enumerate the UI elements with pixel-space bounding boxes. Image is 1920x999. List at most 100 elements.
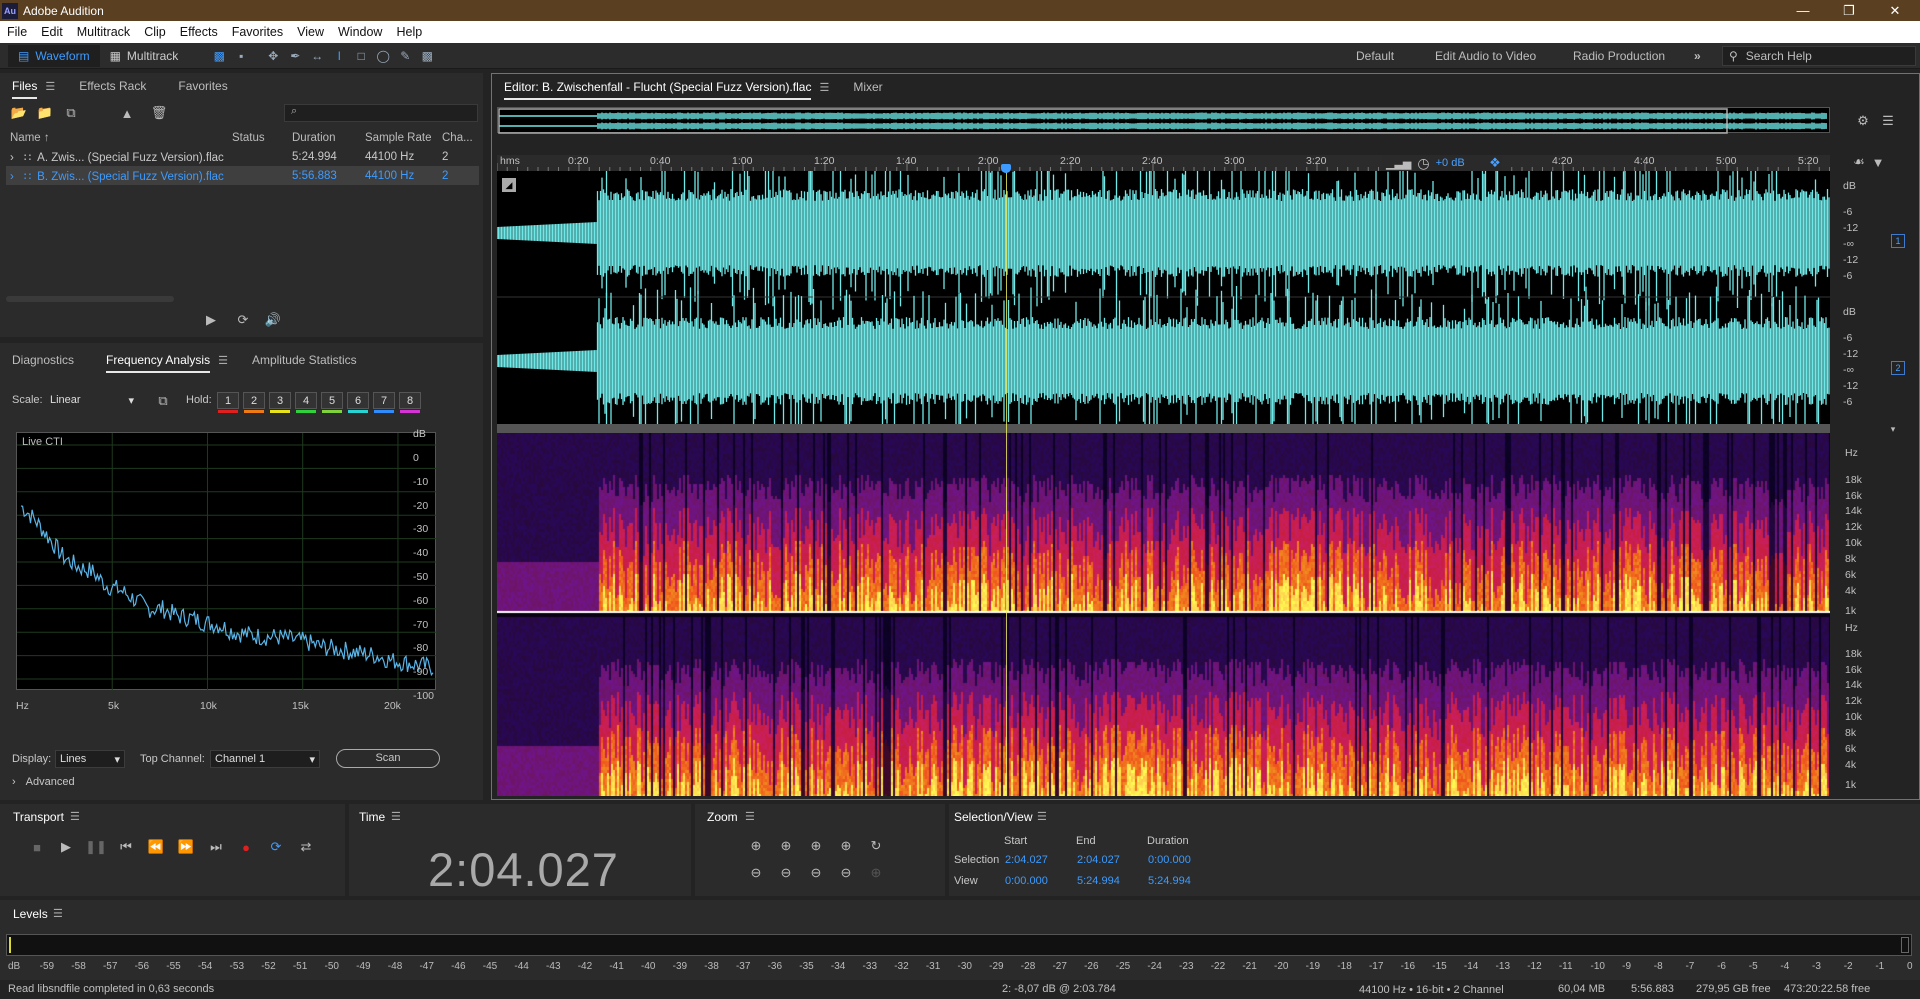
menu-favorites[interactable]: Favorites (225, 25, 290, 39)
zoom-reset-icon[interactable]: ⊕ (867, 864, 885, 882)
show-frequency-icon[interactable]: ▩ (208, 47, 230, 65)
panel-menu-icon[interactable]: ☰ (45, 80, 55, 93)
menu-file[interactable]: File (0, 25, 34, 39)
channel-1-badge[interactable]: 1 (1891, 234, 1905, 248)
play-icon[interactable]: ▶ (57, 838, 75, 856)
loop-preview-icon[interactable]: ⟳ (234, 311, 252, 329)
panel-menu-icon[interactable]: ☰ (70, 810, 80, 823)
hold-button-7[interactable]: 7 (373, 392, 395, 413)
panel-menu-icon[interactable]: ☰ (218, 354, 228, 367)
rewind-icon[interactable]: ⏪ (147, 838, 165, 856)
zoom-out-selection-icon[interactable]: ⊖ (837, 864, 855, 882)
show-pitch-icon[interactable]: ▪ (230, 47, 252, 65)
overview-navigator[interactable] (497, 107, 1830, 134)
menu-edit[interactable]: Edit (34, 25, 70, 39)
zoom-in-selection-icon[interactable]: ⊕ (807, 837, 825, 855)
clip-indicator[interactable] (1901, 937, 1909, 953)
files-scrollbar[interactable] (6, 296, 174, 302)
zoom-in-amplitude-icon[interactable]: ⊕ (747, 837, 765, 855)
volume-knob-icon[interactable]: ◷ (1417, 155, 1429, 172)
files-search-input[interactable]: ⌕ (284, 104, 478, 122)
record-icon[interactable]: ● (237, 838, 255, 856)
expand-chevron-icon[interactable]: › (10, 152, 14, 164)
panel-layout-icon[interactable]: ☰ (1879, 112, 1897, 130)
play-preview-icon[interactable]: ▶ (202, 311, 220, 329)
hold-button-3[interactable]: 3 (269, 392, 291, 413)
hold-button-5[interactable]: 5 (321, 392, 343, 413)
selection-duration[interactable]: 0:00.000 (1148, 854, 1191, 866)
view-divider[interactable] (497, 424, 1830, 433)
brush-tool-icon[interactable]: ✎ (394, 47, 416, 65)
pin-hud-icon[interactable]: ❖ (1486, 154, 1504, 172)
more-workspaces-icon[interactable]: » (1694, 43, 1701, 69)
marquee-tool-icon[interactable]: □ (350, 47, 372, 65)
workspace-edit-audio-to-video[interactable]: Edit Audio to Video (1435, 43, 1536, 69)
menu-window[interactable]: Window (331, 25, 389, 39)
zoom-to-fit-icon[interactable]: ⚙ (1854, 112, 1872, 130)
zoom-out-amplitude-icon[interactable]: ⊖ (747, 864, 765, 882)
view-end[interactable]: 5:24.994 (1077, 875, 1120, 887)
close-icon[interactable]: ✕ (1872, 0, 1918, 21)
panel-menu-icon[interactable]: ☰ (391, 810, 401, 823)
tab-mixer[interactable]: Mixer (841, 74, 894, 100)
restore-icon[interactable]: ❐ (1826, 0, 1872, 21)
table-row[interactable]: › ∷ B. Zwis... (Special Fuzz Version).flac… (6, 166, 479, 185)
menu-multitrack[interactable]: Multitrack (70, 25, 137, 39)
expand-chevron-icon[interactable]: › (10, 171, 14, 183)
tab-amplitude-statistics[interactable]: Amplitude Statistics (240, 347, 369, 373)
hold-button-4[interactable]: 4 (295, 392, 317, 413)
collapse-icon[interactable]: ▾ (1884, 420, 1902, 438)
skip-selection-icon[interactable]: ⇄ (297, 838, 315, 856)
menu-view[interactable]: View (290, 25, 331, 39)
pause-icon[interactable]: ❚❚ (85, 838, 107, 856)
insert-into-multitrack-icon[interactable]: ▲ (118, 104, 136, 122)
panel-menu-icon[interactable]: ☰ (1037, 810, 1047, 823)
waveform-view-button[interactable]: ▤ Waveform (8, 44, 100, 67)
column-channels[interactable]: Cha... (442, 132, 473, 144)
spot-healing-tool-icon[interactable]: ▩ (416, 47, 438, 65)
search-help-field[interactable]: ⚲ Search Help (1722, 46, 1916, 66)
hold-button-2[interactable]: 2 (243, 392, 265, 413)
import-file-icon[interactable]: 📁 (36, 104, 54, 122)
playhead[interactable] (1006, 171, 1007, 796)
timeline-ruler[interactable] (496, 155, 1830, 171)
hold-button-1[interactable]: 1 (217, 392, 239, 413)
panel-menu-icon[interactable]: ☰ (819, 81, 829, 94)
tab-favorites[interactable]: Favorites (158, 73, 239, 99)
zoom-in-time-icon[interactable]: ⊕ (777, 837, 795, 855)
workspace-default[interactable]: Default (1356, 43, 1394, 69)
menu-effects[interactable]: Effects (173, 25, 225, 39)
menu-clip[interactable]: Clip (137, 25, 173, 39)
playhead-handle[interactable] (1001, 164, 1011, 173)
time-selection-tool-icon[interactable]: I (328, 47, 350, 65)
tab-editor[interactable]: Editor: B. Zwischenfall - Flucht (Specia… (492, 74, 841, 100)
selection-start[interactable]: 2:04.027 (1005, 854, 1048, 866)
view-duration[interactable]: 5:24.994 (1148, 875, 1191, 887)
spectral-display[interactable] (497, 433, 1830, 796)
tab-diagnostics[interactable]: Diagnostics (0, 347, 86, 373)
workspace-radio-production[interactable]: Radio Production (1573, 43, 1665, 69)
column-sample-rate[interactable]: Sample Rate (365, 132, 442, 144)
loop-playback-icon[interactable]: ⟳ (267, 838, 285, 856)
slip-tool-icon[interactable]: ↔ (306, 47, 328, 65)
menu-help[interactable]: Help (389, 25, 429, 39)
scale-dropdown[interactable]: Linear ▾ (45, 391, 139, 409)
display-dropdown[interactable]: Lines ▾ (55, 750, 125, 768)
razor-tool-icon[interactable]: ✒ (284, 47, 306, 65)
waveform-display[interactable] (496, 155, 1830, 436)
panel-menu-icon[interactable]: ☰ (745, 810, 755, 823)
open-file-icon[interactable]: 📂 (10, 104, 28, 122)
scan-button[interactable]: Scan (336, 749, 440, 768)
advanced-toggle[interactable]: › Advanced (12, 776, 75, 788)
minimize-icon[interactable]: — (1780, 0, 1826, 21)
selection-end[interactable]: 2:04.027 (1077, 854, 1120, 866)
zoom-in-at-playhead-icon[interactable]: ⊕ (837, 837, 855, 855)
autoplay-icon[interactable]: 🔊 (264, 311, 282, 329)
view-start[interactable]: 0:00.000 (1005, 875, 1048, 887)
marker-icon[interactable]: ▼ (1869, 153, 1887, 171)
hold-button-8[interactable]: 8 (399, 392, 421, 413)
hud-volume[interactable]: ▁▃▅ ◷ +0 dB (1382, 155, 1502, 171)
move-to-next-icon[interactable]: ⏭ (207, 838, 225, 856)
column-name[interactable]: Name ↑ (6, 132, 232, 144)
lasso-tool-icon[interactable]: ◯ (372, 47, 394, 65)
